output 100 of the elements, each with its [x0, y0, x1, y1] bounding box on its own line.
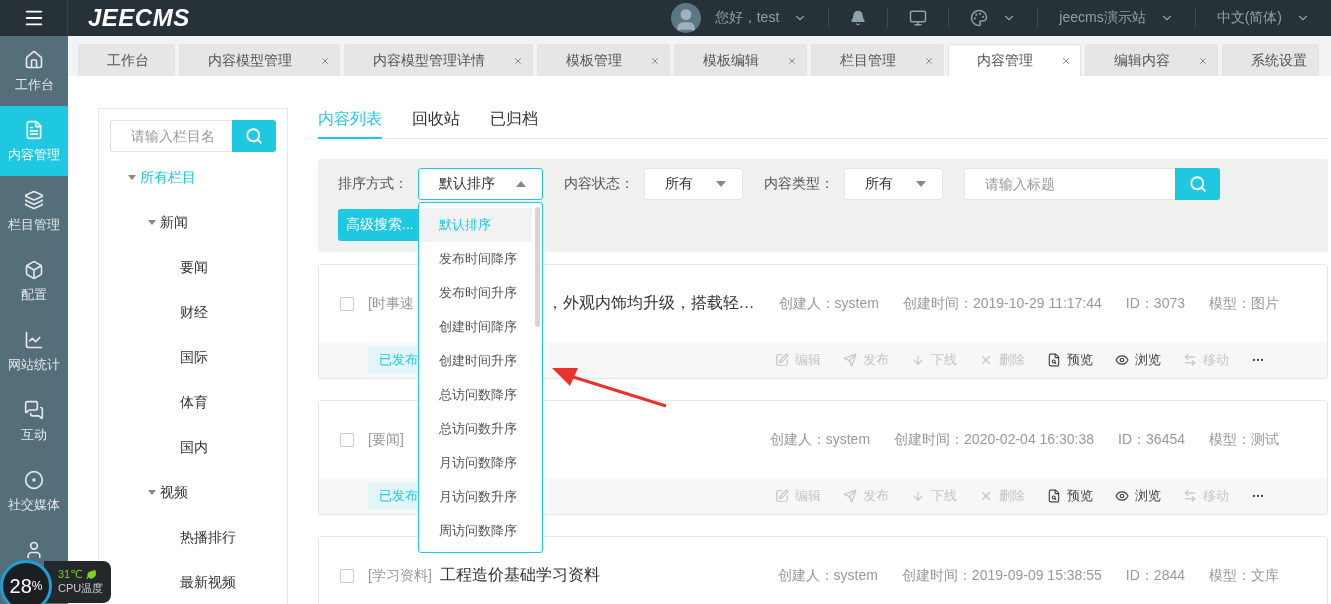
tree-item[interactable]: 最新视频 [180, 573, 236, 592]
nav-item[interactable]: 栏目管理 [0, 176, 68, 246]
sort-option[interactable]: 总访问数降序 [419, 378, 532, 412]
content-category: [要闻] [368, 430, 404, 449]
close-icon[interactable] [320, 55, 330, 66]
filter-select[interactable]: 所有 [644, 168, 743, 200]
filter-select[interactable]: 默认排序 [418, 168, 543, 200]
search-icon [1188, 175, 1207, 193]
sort-option[interactable]: 月访问数降序 [419, 446, 532, 480]
tree-item[interactable]: 体育 [180, 393, 208, 412]
close-icon[interactable] [513, 55, 523, 66]
bell-icon[interactable] [850, 10, 867, 26]
tree-item[interactable]: 要闻 [180, 258, 208, 277]
action-link[interactable]: 浏览 [1115, 351, 1161, 369]
search-button[interactable] [232, 120, 276, 152]
caret-icon[interactable] [128, 175, 136, 180]
cross-icon [979, 353, 993, 367]
page-tab[interactable]: 内容模型管理 [179, 44, 340, 76]
tree-item[interactable]: 新闻 [160, 213, 188, 232]
cpu-temperature: 31℃ [58, 568, 104, 581]
file-search-icon [1047, 489, 1061, 503]
line-chart-icon [24, 330, 44, 350]
filter-label: 内容状态： [564, 175, 635, 193]
category-search-field[interactable]: 请输入栏目名 [110, 120, 232, 152]
action-link[interactable]: 预览 [1047, 487, 1093, 505]
tree-item[interactable]: 财经 [180, 303, 208, 322]
page-tab[interactable]: 系统设置 [1222, 44, 1319, 76]
document-icon [24, 120, 44, 140]
page-tab[interactable]: 模板管理 [537, 44, 670, 76]
close-icon[interactable] [1061, 55, 1071, 66]
paper-plane-icon [843, 489, 857, 503]
action-link[interactable]: 浏览 [1115, 487, 1161, 505]
paper-plane-icon [843, 353, 857, 367]
scrollbar-thumb[interactable] [535, 207, 540, 327]
chat-bubbles-icon [24, 400, 44, 420]
caret-icon[interactable] [148, 220, 156, 225]
file-search-icon [1047, 353, 1061, 367]
monitor-icon[interactable] [909, 9, 928, 27]
swap-arrows-icon [1183, 489, 1197, 503]
nav-item[interactable]: 工作台 [0, 36, 68, 106]
edit-icon [775, 353, 789, 367]
filter-label: 内容类型： [764, 175, 835, 193]
content-tab[interactable]: 已归档 [490, 108, 538, 139]
nav-item[interactable]: 配置 [0, 246, 68, 316]
page-tab[interactable]: 内容管理 [948, 44, 1081, 76]
tree-item[interactable]: 国内 [180, 438, 208, 457]
eye-icon [1115, 489, 1129, 503]
content-meta: 创建时间：2020-02-04 16:30:38 [894, 430, 1095, 449]
logo: JEECMS [88, 4, 190, 32]
page-tab[interactable]: 栏目管理 [811, 44, 944, 76]
page-tab[interactable]: 工作台 [78, 44, 175, 76]
content-meta: ID：2844 [1125, 566, 1185, 585]
site-selector[interactable]: jeecms演示站 [1059, 9, 1146, 27]
page-tab[interactable]: 模板编辑 [674, 44, 807, 76]
tree-item[interactable]: 视频 [160, 483, 188, 502]
tree-item[interactable]: 国际 [180, 348, 208, 367]
edit-icon [775, 489, 789, 503]
title-search-field[interactable]: 请输入标题 [964, 168, 1175, 200]
page-tab[interactable]: 内容模型管理详情 [344, 44, 533, 76]
action-link[interactable]: 预览 [1047, 351, 1093, 369]
palette-icon[interactable] [970, 9, 989, 27]
checkbox[interactable] [340, 432, 354, 447]
filter-select[interactable]: 所有 [844, 168, 943, 200]
eye-icon [1115, 353, 1129, 367]
cube-icon [24, 260, 44, 280]
checkbox[interactable] [340, 296, 354, 311]
close-icon[interactable] [924, 55, 934, 66]
sort-option[interactable]: 发布时间降序 [419, 242, 532, 276]
filter-label: 排序方式： [338, 175, 409, 193]
orbit-icon [24, 470, 44, 490]
content-title[interactable]: 工程造价基础学习资料 [439, 565, 754, 586]
content-meta: ID：3073 [1125, 294, 1185, 313]
person-icon[interactable] [24, 540, 44, 560]
close-icon[interactable] [787, 55, 797, 66]
sort-option[interactable]: 发布时间升序 [419, 276, 532, 310]
sort-option[interactable]: 总访问数升序 [419, 412, 532, 446]
nav-item[interactable]: 网站统计 [0, 316, 68, 386]
language-selector[interactable]: 中文(简体) [1216, 9, 1282, 27]
search-button[interactable] [1175, 168, 1220, 200]
tree-item[interactable]: 热播排行 [180, 528, 236, 547]
user-greeting[interactable]: 您好，test [714, 9, 780, 27]
content-meta: 创建人：system [777, 566, 878, 585]
close-icon[interactable] [650, 55, 660, 66]
search-icon [245, 127, 263, 145]
sort-option[interactable]: 创建时间降序 [419, 310, 532, 344]
avatar[interactable] [670, 3, 701, 33]
cpu-label: CPU温度 [58, 581, 104, 596]
content-meta: 创建时间：2019-10-29 11:17:44 [902, 294, 1102, 313]
nav-item[interactable]: 互动 [0, 386, 68, 456]
caret-down-icon [916, 181, 926, 187]
nav-item[interactable]: 社交媒体 [0, 456, 68, 526]
sort-option[interactable]: 周访问数降序 [419, 514, 532, 548]
checkbox[interactable] [340, 568, 354, 583]
content-tab[interactable]: 回收站 [412, 108, 460, 139]
page-tab[interactable]: 编辑内容 [1085, 44, 1218, 76]
caret-icon[interactable] [148, 490, 156, 495]
content-meta: 模型：图片 [1209, 294, 1279, 313]
home-icon [24, 50, 44, 70]
leaf-icon [85, 569, 97, 580]
close-icon[interactable] [1198, 55, 1208, 66]
